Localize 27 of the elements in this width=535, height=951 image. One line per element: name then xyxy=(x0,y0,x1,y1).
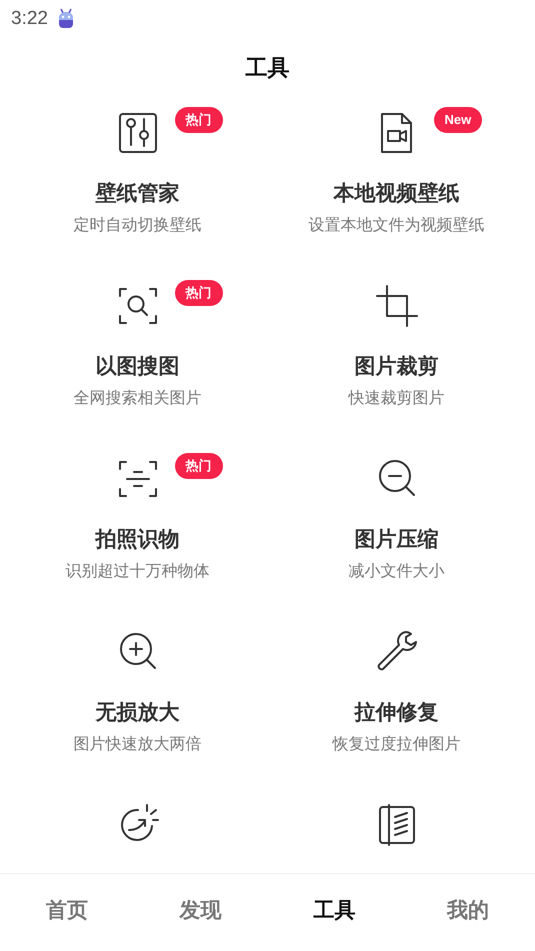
tool-title[interactable]: 图片压缩 xyxy=(354,524,438,554)
tool-description: 恢复过度拉伸图片 xyxy=(332,733,460,755)
tool-badge: 热门 xyxy=(174,453,222,479)
tool-badge: 热门 xyxy=(174,107,222,133)
nav-tab[interactable]: 首页 xyxy=(40,892,94,928)
nav-tab[interactable]: 发现 xyxy=(174,892,228,928)
tool-badge: 热门 xyxy=(174,280,222,306)
tool-description: 快速裁剪图片 xyxy=(348,387,444,409)
tool-title[interactable]: 无损放大 xyxy=(96,697,180,727)
tool-title[interactable]: 拍照识物 xyxy=(96,524,180,554)
tool-title[interactable]: 图片裁剪 xyxy=(354,351,438,381)
tool-title[interactable]: 拉伸修复 xyxy=(354,697,438,727)
nav-tab[interactable]: 工具 xyxy=(307,892,362,928)
tool-description: 全网搜索相关图片 xyxy=(74,387,202,409)
robot-icon xyxy=(58,8,74,30)
tool-description: 定时自动切换壁纸 xyxy=(74,214,202,236)
tool-badge: New xyxy=(434,107,482,133)
tool-description: 减小文件大小 xyxy=(348,560,444,582)
tool-description: 设置本地文件为视频壁纸 xyxy=(308,214,484,236)
status-time: 3:22 xyxy=(11,8,48,30)
tool-description: 识别超过十万种物体 xyxy=(66,560,210,582)
page-title: 工具 xyxy=(244,55,290,83)
tool-title[interactable]: 壁纸管家 xyxy=(96,178,180,208)
nav-tab[interactable]: 我的 xyxy=(441,892,496,928)
tool-description: 图片快速放大两倍 xyxy=(74,733,202,755)
tool-title[interactable]: 本地视频壁纸 xyxy=(334,178,460,208)
tool-title[interactable]: 以图搜图 xyxy=(96,351,180,381)
